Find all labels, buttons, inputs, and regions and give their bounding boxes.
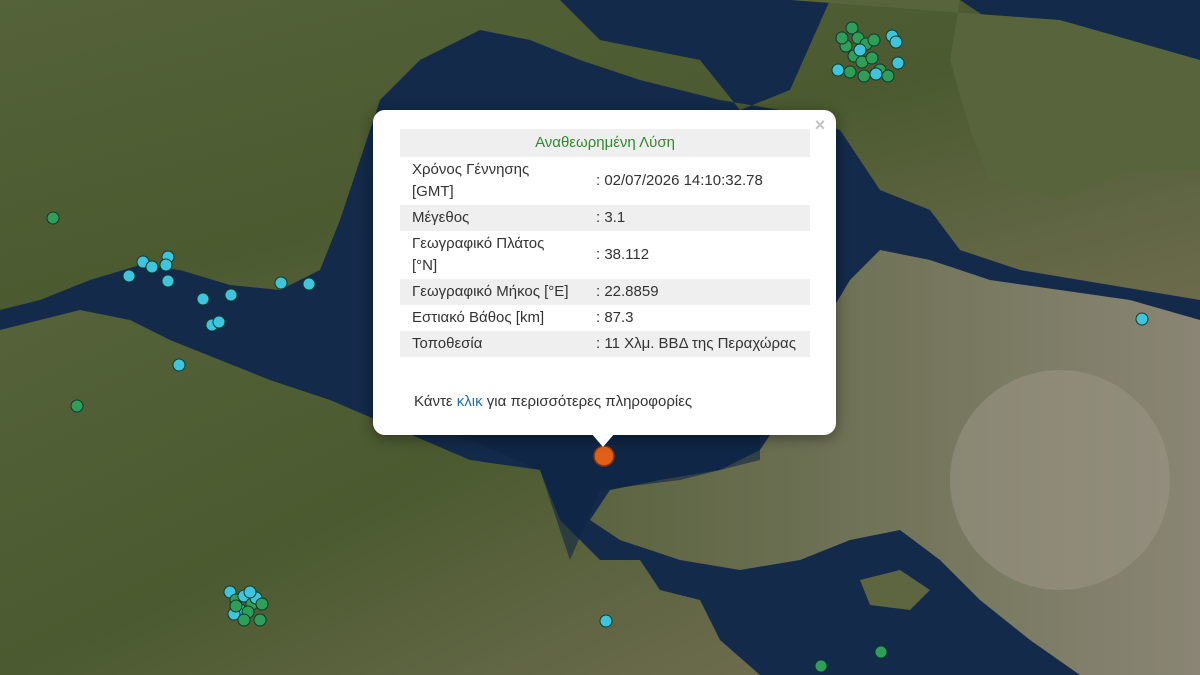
info-value: : 02/07/2026 14:10:32.78 xyxy=(596,172,763,189)
earthquake-marker[interactable] xyxy=(196,292,210,306)
close-icon[interactable]: × xyxy=(811,116,829,134)
info-value: : 87.3 xyxy=(596,309,634,326)
earthquake-marker[interactable] xyxy=(881,69,895,83)
more-info-link[interactable]: κλικ xyxy=(457,393,483,410)
urban-area xyxy=(950,370,1170,590)
earthquake-marker[interactable] xyxy=(857,69,871,83)
info-label: Γεωγραφικό Μήκος [°E] xyxy=(400,279,584,305)
earthquake-marker[interactable] xyxy=(122,269,136,283)
earthquake-marker[interactable] xyxy=(867,33,881,47)
popup-title: Αναθεωρημένη Λύση xyxy=(400,129,810,157)
info-label: Γεωγραφικό Πλάτος [°N] xyxy=(412,235,545,274)
more-info-line: Κάντε κλικ για περισσότερες πληροφορίες xyxy=(414,393,692,410)
popup-tip xyxy=(591,433,615,447)
earthquake-marker[interactable] xyxy=(224,288,238,302)
earthquake-marker[interactable] xyxy=(237,613,251,627)
earthquake-marker[interactable] xyxy=(243,585,257,599)
earthquake-marker[interactable] xyxy=(889,35,903,49)
info-label: Χρόνος Γέννησης [GMT] xyxy=(412,161,530,200)
earthquake-marker[interactable] xyxy=(835,31,849,45)
earthquake-marker[interactable] xyxy=(853,43,867,57)
earthquake-marker[interactable] xyxy=(253,613,267,627)
info-label: Μέγεθος xyxy=(400,205,584,231)
info-value: : 38.112 xyxy=(596,246,650,263)
info-row-latitude: Γεωγραφικό Πλάτος [°N] : 38.112 xyxy=(400,231,810,279)
earthquake-marker[interactable] xyxy=(255,597,269,611)
info-row-magnitude: Μέγεθος: 3.1 xyxy=(400,205,810,231)
info-value: : 11 Χλμ. ΒΒΔ της Περαχώρας xyxy=(584,331,810,357)
info-label: Τοποθεσία xyxy=(400,331,584,357)
earthquake-marker[interactable] xyxy=(891,56,905,70)
earthquake-marker[interactable] xyxy=(865,51,879,65)
earthquake-info-table: Αναθεωρημένη Λύση Χρόνος Γέννησης [GMT]:… xyxy=(400,129,810,357)
earthquake-marker[interactable] xyxy=(229,599,243,613)
earthquake-marker[interactable] xyxy=(302,277,316,291)
earthquake-marker[interactable] xyxy=(212,315,226,329)
info-value: : 22.8859 xyxy=(584,279,810,305)
earthquake-marker[interactable] xyxy=(599,614,613,628)
more-info-prefix: Κάντε xyxy=(414,393,453,410)
info-row-longitude: Γεωγραφικό Μήκος [°E]: 22.8859 xyxy=(400,279,810,305)
earthquake-marker[interactable] xyxy=(172,358,186,372)
earthquake-marker[interactable] xyxy=(869,67,883,81)
info-row-location: Τοποθεσία: 11 Χλμ. ΒΒΔ της Περαχώρας xyxy=(400,331,810,357)
earthquake-marker[interactable] xyxy=(145,260,159,274)
info-row-time: Χρόνος Γέννησης [GMT] : 02/07/2026 14:10:… xyxy=(400,157,810,205)
earthquake-info-popup: × Αναθεωρημένη Λύση Χρόνος Γέννησης [GMT… xyxy=(373,110,836,435)
earthquake-marker[interactable] xyxy=(161,274,175,288)
info-row-depth: Εστιακό Βάθος [km] : 87.3 xyxy=(400,305,810,331)
earthquake-marker[interactable] xyxy=(1135,312,1149,326)
earthquake-marker[interactable] xyxy=(874,645,888,659)
earthquake-marker[interactable] xyxy=(159,258,173,272)
info-value: : 3.1 xyxy=(584,205,810,231)
earthquake-marker[interactable] xyxy=(274,276,288,290)
more-info-suffix: για περισσότερες πληροφορίες xyxy=(486,393,693,410)
earthquake-marker[interactable] xyxy=(831,63,845,77)
earthquake-marker[interactable] xyxy=(843,65,857,79)
earthquake-marker[interactable] xyxy=(70,399,84,413)
earthquake-marker[interactable] xyxy=(814,659,828,673)
selected-earthquake-marker[interactable] xyxy=(593,445,615,467)
earthquake-marker[interactable] xyxy=(46,211,60,225)
info-label: Εστιακό Βάθος [km] xyxy=(412,309,545,326)
